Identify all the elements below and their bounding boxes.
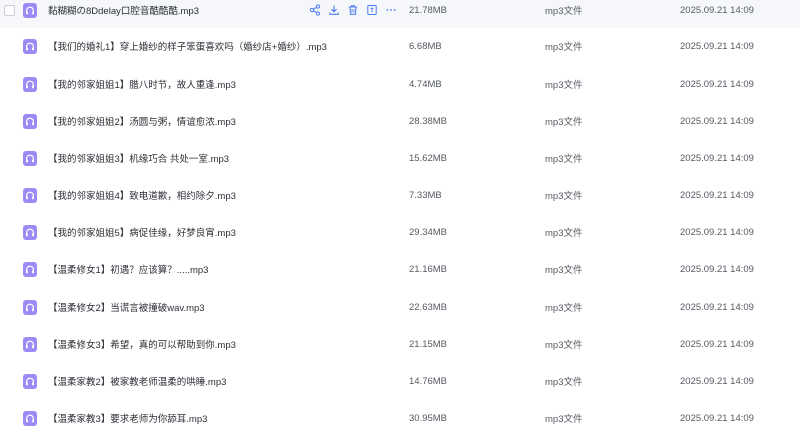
modified-date: 2025.09.21 14:09 <box>680 375 754 387</box>
modified-date: 2025.09.21 14:09 <box>680 152 754 164</box>
file-row[interactable]: 【我的邻家姐姐3】机缘巧合 共处一室.mp3 15.62MB mp3文件 2025.0… <box>0 140 800 176</box>
audio-file-icon <box>23 299 37 315</box>
modified-date: 2025.09.21 14:09 <box>680 40 754 52</box>
file-type: mp3文件 <box>545 377 583 388</box>
file-row[interactable]: 【我的邻家姐姐1】腊八时节，故人重逢.mp3 4.74MB mp3文件 2025.09… <box>0 66 800 102</box>
file-type: mp3文件 <box>545 154 583 165</box>
modified-date: 2025.09.21 14:09 <box>680 226 754 238</box>
audio-file-icon <box>23 113 37 129</box>
audio-file-icon <box>23 224 37 240</box>
file-size: 29.34MB <box>409 226 448 238</box>
modified-date: 2025.09.21 14:09 <box>680 301 754 313</box>
file-size: 14.76MB <box>409 375 448 387</box>
rename-icon[interactable] <box>363 1 381 19</box>
file-type: mp3文件 <box>545 340 583 351</box>
audio-file-icon <box>23 410 37 426</box>
file-name[interactable]: 【温柔修女2】当谎言被撞破wav.mp3 <box>48 300 205 314</box>
file-row[interactable]: 【温柔家教3】要求老师为你舔耳.mp3 30.95MB mp3文件 2025.09.2… <box>0 400 800 435</box>
modified-date: 2025.09.21 14:09 <box>680 189 754 201</box>
file-type: mp3文件 <box>545 6 583 17</box>
download-icon[interactable] <box>325 1 343 19</box>
file-name[interactable]: 【我的邻家姐姐5】病促佳缘，好梦良宵.mp3 <box>48 225 236 239</box>
file-row[interactable]: 【温柔家教2】被家教老师温柔的哄睡.mp3 14.76MB mp3文件 2025.09… <box>0 363 800 399</box>
file-type: mp3文件 <box>545 228 583 239</box>
file-size: 21.16MB <box>409 263 448 275</box>
modified-date: 2025.09.21 14:09 <box>680 115 754 127</box>
file-type: mp3文件 <box>545 117 583 128</box>
row-actions <box>306 1 401 19</box>
file-type: mp3文件 <box>545 42 583 53</box>
audio-file-icon <box>23 373 37 389</box>
audio-file-icon <box>23 187 37 203</box>
file-row[interactable]: 【我们的婚礼1】穿上婚纱的样子笨蛋喜欢吗（婚纱店+婚纱）.mp3 6.68MB mp… <box>0 28 800 64</box>
file-list: 黏糊糊の8Ddelay口腔音酷酷酷.mp3 21.78MB mp3文件 2025.09… <box>0 0 800 435</box>
file-type: mp3文件 <box>545 80 583 91</box>
file-type: mp3文件 <box>545 414 583 425</box>
file-row[interactable]: 【我的邻家姐姐4】致电道歉，相约除夕.mp3 7.33MB mp3文件 2025.09… <box>0 177 800 213</box>
file-name[interactable]: 【我的邻家姐姐2】汤圆与粥，情谊愈浓.mp3 <box>48 114 236 128</box>
file-name[interactable]: 【温柔修女3】希望，真的可以帮助到你.mp3 <box>48 337 236 351</box>
more-icon[interactable] <box>382 1 400 19</box>
file-name[interactable]: 【温柔家教2】被家教老师温柔的哄睡.mp3 <box>48 374 226 388</box>
file-name[interactable]: 【我的邻家姐姐4】致电道歉，相约除夕.mp3 <box>48 188 236 202</box>
file-size: 28.38MB <box>409 115 448 127</box>
file-row[interactable]: 【温柔修女2】当谎言被撞破wav.mp3 22.63MB mp3文件 2025.09.… <box>0 289 800 325</box>
file-type: mp3文件 <box>545 191 583 202</box>
file-size: 4.74MB <box>409 78 442 90</box>
audio-file-icon <box>23 150 37 166</box>
share-icon[interactable] <box>306 1 324 19</box>
modified-date: 2025.09.21 14:09 <box>680 78 754 90</box>
audio-file-icon <box>23 2 37 18</box>
row-checkbox[interactable] <box>4 4 15 16</box>
file-size: 30.95MB <box>409 412 448 424</box>
modified-date: 2025.09.21 14:09 <box>680 4 754 16</box>
file-name[interactable]: 【温柔家教3】要求老师为你舔耳.mp3 <box>48 411 207 425</box>
audio-file-icon <box>23 336 37 352</box>
file-name[interactable]: 【我的邻家姐姐1】腊八时节，故人重逢.mp3 <box>48 77 236 91</box>
modified-date: 2025.09.21 14:09 <box>680 412 754 424</box>
file-row[interactable]: 【我的邻家姐姐2】汤圆与粥，情谊愈浓.mp3 28.38MB mp3文件 2025.0… <box>0 103 800 139</box>
modified-date: 2025.09.21 14:09 <box>680 338 754 350</box>
file-size: 15.62MB <box>409 152 448 164</box>
file-type: mp3文件 <box>545 265 583 276</box>
audio-file-icon <box>23 261 37 277</box>
file-size: 7.33MB <box>409 189 442 201</box>
file-size: 6.68MB <box>409 40 442 52</box>
file-row[interactable]: 【温柔修女3】希望，真的可以帮助到你.mp3 21.15MB mp3文件 2025.0… <box>0 326 800 362</box>
file-size: 22.63MB <box>409 301 448 313</box>
file-row[interactable]: 【温柔修女1】初遇？应该算？.....mp3 21.16MB mp3文件 2025.0… <box>0 251 800 287</box>
audio-file-icon <box>23 38 37 54</box>
file-row[interactable]: 黏糊糊の8Ddelay口腔音酷酷酷.mp3 21.78MB mp3文件 2025.09… <box>0 0 800 28</box>
file-row[interactable]: 【我的邻家姐姐5】病促佳缘，好梦良宵.mp3 29.34MB mp3文件 2025.0… <box>0 214 800 250</box>
file-name[interactable]: 【我的邻家姐姐3】机缘巧合 共处一室.mp3 <box>48 151 229 165</box>
file-size: 21.15MB <box>409 338 448 350</box>
modified-date: 2025.09.21 14:09 <box>680 263 754 275</box>
delete-icon[interactable] <box>344 1 362 19</box>
file-name[interactable]: 【温柔修女1】初遇？应该算？.....mp3 <box>48 262 208 276</box>
file-name[interactable]: 黏糊糊の8Ddelay口腔音酷酷酷.mp3 <box>48 3 199 17</box>
file-size: 21.78MB <box>409 4 448 16</box>
audio-file-icon <box>23 76 37 92</box>
file-name[interactable]: 【我们的婚礼1】穿上婚纱的样子笨蛋喜欢吗（婚纱店+婚纱）.mp3 <box>48 39 327 53</box>
file-type: mp3文件 <box>545 303 583 314</box>
